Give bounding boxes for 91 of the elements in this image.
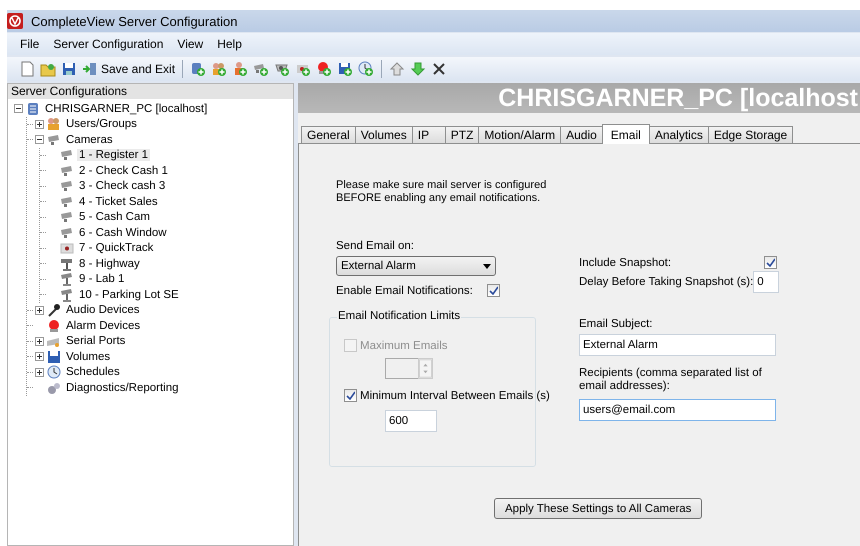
collapse-icon[interactable]	[35, 135, 44, 144]
input-field[interactable]: users@email.com	[579, 399, 776, 421]
door-arrow-icon	[82, 61, 98, 77]
tab[interactable]: IP	[412, 126, 446, 143]
tree-item[interactable]: 9 - Lab 1	[77, 273, 126, 286]
folder-icon[interactable]	[40, 61, 56, 77]
tree-item[interactable]: Volumes	[64, 350, 112, 363]
tree-item[interactable]: Audio Devices	[64, 304, 142, 316]
floppy-icon	[46, 350, 62, 364]
tree-item[interactable]: 8 - Highway	[77, 258, 142, 270]
server-icon	[25, 102, 41, 116]
up-arrow-icon[interactable]	[389, 61, 406, 77]
alarm-light-icon	[46, 318, 62, 333]
input-field[interactable]: 0	[753, 271, 780, 293]
tree-item[interactable]: 5 - Cash Cam	[77, 211, 152, 224]
users-icon	[46, 117, 62, 132]
field-label: Delay Before Taking Snapshot (s):	[579, 276, 754, 288]
floppy-icon[interactable]	[61, 61, 77, 77]
tab[interactable]: General	[301, 126, 356, 143]
floppy-plus-icon[interactable]	[337, 61, 354, 77]
banner-title: CHRISGARNER_PC [localhost	[498, 84, 859, 112]
alarm-light-plus-icon[interactable]	[316, 61, 332, 77]
input-field[interactable]: 600	[385, 410, 437, 432]
document-icon[interactable]	[19, 61, 35, 77]
field-label: Send Email on:	[336, 240, 415, 252]
clock-plus-icon[interactable]	[358, 61, 374, 77]
save-and-exit-button[interactable]: Save and Exit	[82, 59, 176, 79]
tree-item[interactable]: 1 - Register 1	[77, 149, 150, 162]
expand-icon[interactable]	[35, 368, 44, 377]
camera-icon	[59, 210, 75, 224]
users-plus-icon[interactable]	[211, 61, 228, 77]
tab[interactable]: Audio	[560, 126, 603, 143]
checkbox-label: Include Snapshot:	[579, 256, 672, 268]
camera-icon	[59, 179, 75, 194]
group-title: Email Notification Limits	[337, 310, 462, 322]
tab[interactable]: PTZ	[444, 126, 480, 143]
apply-button[interactable]: Apply These Settings to All Cameras	[494, 498, 702, 519]
dropdown[interactable]: External Alarm	[336, 256, 496, 276]
expand-icon[interactable]	[35, 306, 44, 315]
collapse-icon[interactable]	[14, 104, 23, 114]
field-label: Email Subject:	[579, 318, 654, 330]
delete-icon[interactable]	[431, 61, 448, 77]
tab[interactable]: Volumes	[354, 126, 413, 143]
tree-item[interactable]: CHRISGARNER_PC [localhost]	[43, 102, 210, 115]
camera-icon	[59, 194, 75, 209]
tree-item[interactable]: 2 - Check Cash 1	[77, 164, 170, 177]
down-arrow-icon[interactable]	[410, 61, 426, 77]
menu-item[interactable]: File	[15, 35, 44, 53]
tab[interactable]: Motion/Alarm	[478, 126, 562, 143]
tree-item[interactable]: 4 - Ticket Sales	[77, 196, 160, 208]
microphone-icon	[46, 303, 62, 318]
camera-icon	[46, 132, 62, 147]
tree-item[interactable]: Cameras	[64, 134, 115, 146]
clock-icon	[46, 365, 62, 380]
caret-icon	[483, 264, 491, 268]
camera-icon	[59, 164, 75, 178]
expand-icon[interactable]	[35, 352, 44, 362]
expand-icon[interactable]	[35, 336, 44, 346]
tree-item[interactable]: 3 - Check cash 3	[77, 180, 168, 192]
checkbox[interactable]	[764, 256, 777, 269]
camera-icon	[59, 226, 75, 240]
tree-item[interactable]: Alarm Devices	[64, 320, 142, 332]
checkbox-label: Minimum Interval Between Emails (s)	[360, 390, 550, 402]
menu-item[interactable]: View	[172, 35, 208, 53]
recorder-icon	[59, 241, 75, 256]
tree-header: Server Configurations	[8, 84, 293, 99]
tree-item[interactable]: Users/Groups	[64, 118, 139, 130]
window-title: CompleteView Server Configuration	[31, 14, 238, 28]
camera-plus-icon[interactable]	[253, 61, 270, 77]
checkbox-label: Enable Email Notifications:	[336, 284, 474, 296]
checkbox-label: Maximum Emails	[360, 340, 448, 352]
checkbox[interactable]	[487, 284, 500, 297]
tree-item[interactable]: Serial Ports	[64, 335, 128, 348]
info-text: Please make sure mail server is configured BEFORE enabling any email notifications.	[336, 179, 548, 205]
menu-item[interactable]: Help	[212, 35, 247, 53]
tab[interactable]: Email	[602, 124, 650, 144]
field-label: Recipients (comma separated list of email addresses):	[579, 367, 763, 393]
tab[interactable]: Edge Storage	[708, 126, 794, 143]
input-field[interactable]: External Alarm	[579, 334, 776, 356]
tab[interactable]: Analytics	[648, 126, 709, 143]
checkbox[interactable]	[344, 389, 357, 402]
tree-item[interactable]: 7 - QuickTrack	[77, 242, 156, 254]
menu-item[interactable]: Server Configuration	[48, 35, 168, 53]
tree-item[interactable]: Diagnostics/Reporting	[64, 382, 181, 394]
tree-item[interactable]: Schedules	[64, 366, 122, 378]
expand-icon[interactable]	[35, 120, 44, 129]
camera-icon	[59, 148, 75, 162]
app-logo-icon	[7, 13, 23, 29]
tree-item[interactable]: 6 - Cash Window	[77, 226, 169, 239]
tree-item[interactable]: 10 - Parking Lot SE	[77, 288, 181, 301]
user-plus-icon[interactable]	[232, 61, 248, 77]
